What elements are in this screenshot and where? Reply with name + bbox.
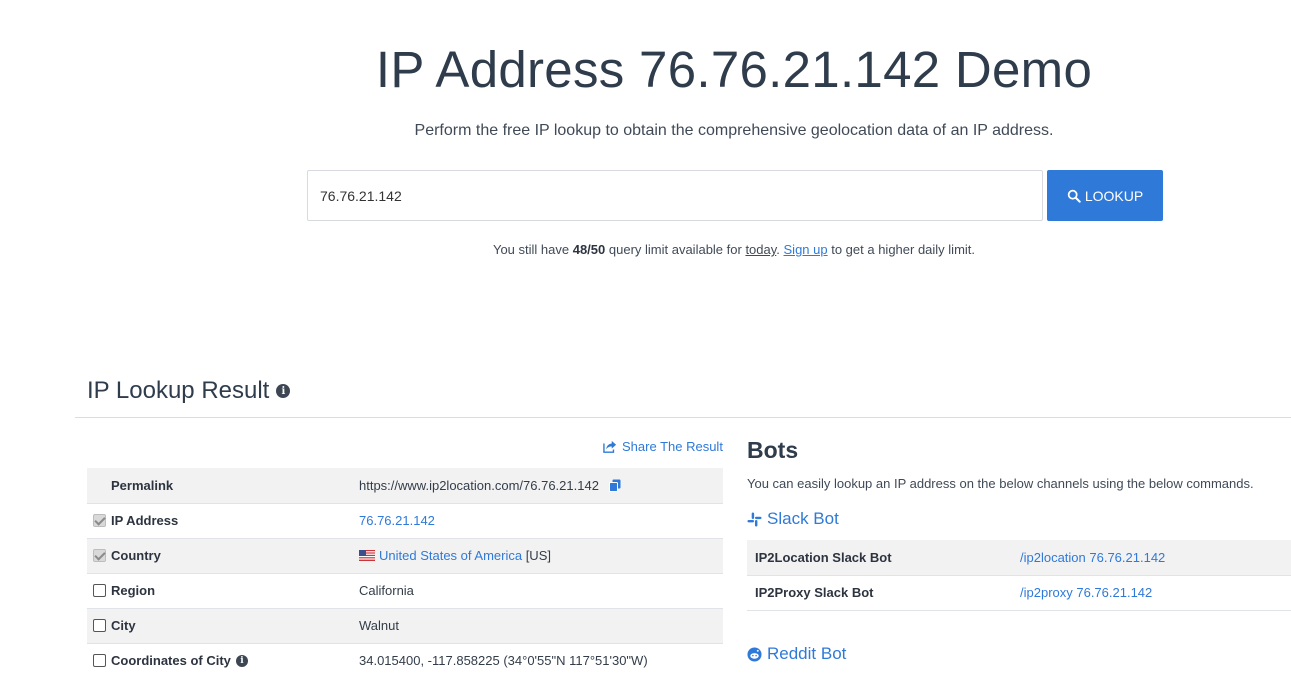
bots-description: You can easily lookup an IP address on t…	[747, 476, 1254, 491]
page-title: IP Address 76.76.21.142 Demo	[375, 41, 1093, 98]
reddit-bot-title: Reddit Bot	[767, 644, 847, 663]
slack-bot-heading: Slack Bot	[747, 509, 839, 529]
limit-count: 48/50	[572, 242, 606, 257]
limit-prefix: You still have	[492, 242, 573, 257]
share-result-label: Share The Result	[622, 439, 723, 454]
info-icon[interactable]: i	[235, 654, 248, 667]
table-row: IP2Proxy Slack Bot /ip2proxy 76.76.21.14…	[747, 575, 1291, 611]
us-flag-icon	[359, 550, 375, 561]
bot-name: IP2Location Slack Bot	[747, 540, 1020, 576]
info-icon[interactable]: i	[276, 384, 291, 398]
reddit-icon	[747, 646, 762, 662]
row-key: Country	[111, 548, 161, 563]
table-row: City Walnut	[87, 608, 723, 644]
slack-icon	[747, 511, 762, 527]
bots-title: Bots	[747, 437, 799, 463]
result-table: Permalink https://www.ip2location.com/76…	[87, 468, 723, 676]
region-value: California	[359, 583, 414, 598]
section-divider	[75, 417, 1291, 418]
share-icon	[603, 440, 617, 453]
country-link[interactable]: United States of America	[379, 548, 522, 563]
permalink-value: https://www.ip2location.com/76.76.21.142	[359, 477, 599, 493]
limit-suffix: to get a higher daily limit.	[827, 242, 976, 257]
coordinates-value: 34.015400, -117.858225 (34°0'55"N 117°51…	[359, 653, 648, 668]
row-key: IP Address	[111, 513, 179, 528]
row-checkbox	[93, 549, 106, 562]
result-title: IP Lookup Result i	[87, 377, 291, 405]
result-title-text: IP Lookup Result	[87, 377, 270, 404]
table-row: Country United States of America [US]	[87, 538, 723, 574]
limit-middle: query limit available for	[605, 242, 746, 257]
bot-command-link[interactable]: /ip2location 76.76.21.142	[1020, 540, 1291, 576]
slack-bot-title: Slack Bot	[767, 509, 839, 528]
ip-search-input[interactable]	[307, 170, 1043, 221]
bot-command-link[interactable]: /ip2proxy 76.76.21.142	[1020, 575, 1291, 611]
lookup-button[interactable]: LOOKUP	[1047, 170, 1163, 221]
ip-address-link[interactable]: 76.76.21.142	[359, 513, 435, 528]
lookup-button-label: LOOKUP	[1084, 187, 1144, 204]
row-key: Region	[111, 583, 156, 598]
table-row: Coordinates of City i 34.015400, -117.858…	[87, 643, 723, 676]
table-row: IP Address 76.76.21.142	[87, 503, 723, 539]
limit-today: today	[745, 242, 777, 257]
bot-name: IP2Proxy Slack Bot	[747, 575, 1020, 611]
limit-period: .	[776, 242, 784, 257]
table-row: Region California	[87, 573, 723, 609]
row-key: Coordinates of City	[111, 653, 231, 668]
row-checkbox[interactable]	[93, 584, 106, 597]
reddit-bot-heading: Reddit Bot	[747, 644, 846, 664]
row-key: City	[111, 618, 136, 633]
copy-icon[interactable]	[608, 479, 621, 492]
page-subtitle: Perform the free IP lookup to obtain the…	[414, 122, 1054, 139]
city-value: Walnut	[359, 618, 399, 633]
table-row: IP2Location Slack Bot /ip2location 76.76…	[747, 540, 1291, 576]
country-code: [US]	[522, 548, 551, 563]
query-limit-notice: You still have 48/50 query limit availab…	[0, 242, 1291, 257]
search-icon	[1067, 189, 1081, 203]
signup-link[interactable]: Sign up	[784, 242, 828, 257]
table-row: Permalink https://www.ip2location.com/76…	[87, 468, 723, 504]
row-checkbox[interactable]	[93, 654, 106, 667]
share-result-link[interactable]: Share The Result	[603, 439, 723, 454]
row-checkbox[interactable]	[93, 619, 106, 632]
row-key: Permalink	[111, 477, 174, 493]
row-checkbox	[93, 514, 106, 527]
slack-bot-table: IP2Location Slack Bot /ip2location 76.76…	[747, 540, 1291, 611]
